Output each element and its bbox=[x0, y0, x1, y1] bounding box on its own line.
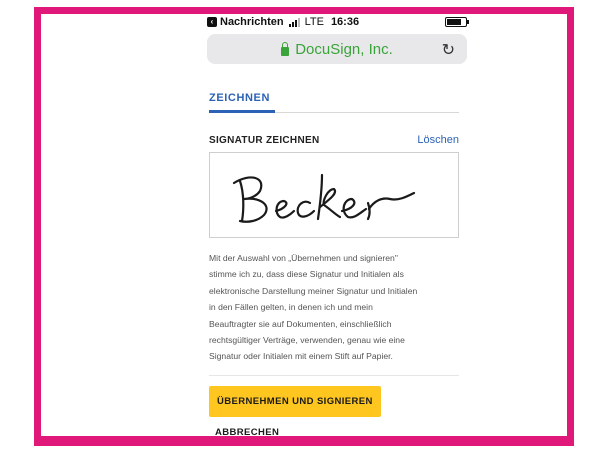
cancel-button[interactable]: ABBRECHEN bbox=[215, 427, 459, 436]
signature-header: SIGNATUR ZEICHNEN Löschen bbox=[209, 134, 459, 146]
legal-line: rechtsgültiger Verträge, verwenden, gena… bbox=[209, 335, 405, 346]
back-app-icon[interactable]: ‹ bbox=[207, 17, 217, 27]
status-left: ‹ Nachrichten LTE 16:36 bbox=[207, 16, 359, 28]
phone-screen: ‹ Nachrichten LTE 16:36 DocuSign, Inc. ↻… bbox=[201, 14, 473, 436]
url-bar[interactable]: DocuSign, Inc. ↻ bbox=[207, 34, 467, 64]
action-area: ÜBERNEHMEN UND SIGNIEREN ABBRECHEN bbox=[209, 374, 459, 436]
legal-line: Signatur oder Initialen mit einem Stift … bbox=[209, 351, 393, 362]
battery-icon bbox=[445, 17, 469, 27]
lock-icon bbox=[281, 41, 290, 56]
signal-icon bbox=[288, 17, 300, 27]
legal-disclosure: Mit der Auswahl von „Übernehmen und sign… bbox=[209, 250, 459, 365]
signature-drawing bbox=[232, 173, 416, 223]
legal-line: Mit der Auswahl von „Übernehmen und sign… bbox=[209, 253, 398, 263]
tab-zeichnen[interactable]: ZEICHNEN bbox=[209, 92, 270, 104]
legal-line: Beauftragter sie auf Dokumenten, einschl… bbox=[209, 318, 392, 329]
status-time: 16:36 bbox=[330, 16, 360, 28]
url-site-name: DocuSign, Inc. bbox=[295, 40, 393, 58]
back-app-label[interactable]: Nachrichten bbox=[220, 16, 284, 28]
signature-canvas[interactable] bbox=[209, 152, 459, 238]
legal-line: elektronische Darstellung meiner Signatu… bbox=[209, 285, 418, 296]
legal-line: in den Fällen gelten, in denen ich und m… bbox=[209, 302, 373, 313]
active-tab-indicator bbox=[209, 110, 275, 113]
photo-frame: ‹ Nachrichten LTE 16:36 DocuSign, Inc. ↻… bbox=[34, 7, 574, 446]
legal-line: stimme ich zu, dass diese Signatur und I… bbox=[209, 269, 404, 280]
adopt-and-sign-button[interactable]: ÜBERNEHMEN UND SIGNIEREN bbox=[209, 385, 381, 417]
signing-panel: ZEICHNEN SIGNATUR ZEICHNEN Löschen Mit d… bbox=[201, 88, 473, 436]
signature-title: SIGNATUR ZEICHNEN bbox=[209, 134, 320, 146]
status-bar: ‹ Nachrichten LTE 16:36 bbox=[201, 14, 473, 30]
clear-signature-link[interactable]: Löschen bbox=[417, 134, 459, 146]
url-display: DocuSign, Inc. bbox=[281, 41, 393, 58]
tab-bar: ZEICHNEN bbox=[209, 88, 459, 113]
network-type: LTE bbox=[304, 16, 324, 28]
reload-icon[interactable]: ↻ bbox=[442, 40, 455, 60]
